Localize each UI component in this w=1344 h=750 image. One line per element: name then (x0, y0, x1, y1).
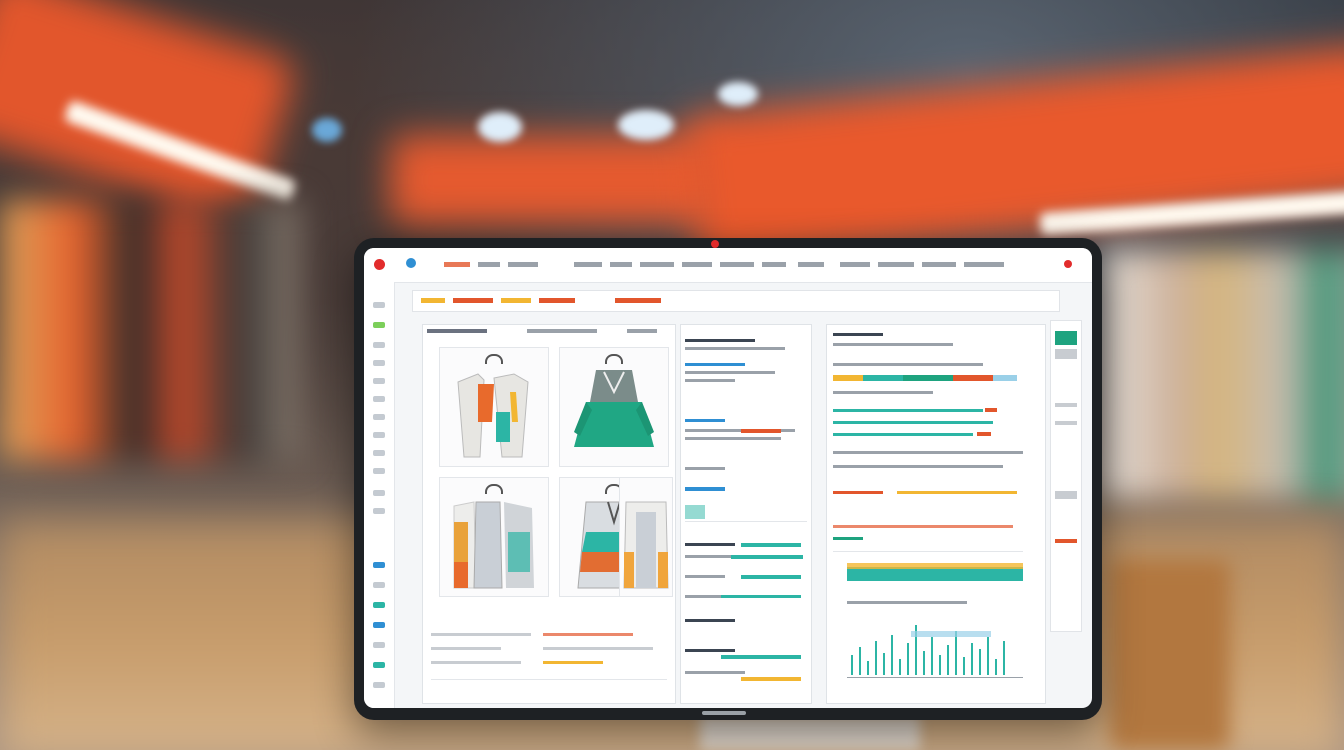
garment-image (623, 501, 669, 589)
ceiling-light (312, 118, 342, 142)
tool-icon[interactable] (373, 682, 385, 688)
product-data-panel (680, 324, 812, 704)
tool-icon[interactable] (373, 562, 385, 568)
tablet-screen (364, 248, 1092, 708)
analytics-panel (826, 324, 1046, 704)
app-logo-icon[interactable] (374, 259, 385, 270)
tool-icon[interactable] (373, 508, 385, 514)
globe-icon (406, 258, 416, 268)
tool-icon[interactable] (373, 302, 385, 308)
panel-header-placeholder (427, 329, 657, 333)
tablet-stand (700, 715, 920, 750)
tablet-device (354, 238, 1102, 720)
clothing-rack-left (0, 200, 300, 460)
garment-card[interactable] (619, 477, 673, 597)
close-icon[interactable] (1064, 260, 1072, 268)
breadcrumb-toolbar (412, 290, 1060, 312)
home-indicator[interactable] (702, 711, 746, 715)
right-rail (1050, 320, 1082, 632)
tool-icon[interactable] (373, 414, 385, 420)
tool-icon[interactable] (373, 432, 385, 438)
store-banner-middle (390, 135, 720, 225)
ceiling-light (478, 112, 522, 142)
tool-icon[interactable] (373, 490, 385, 496)
tool-icon[interactable] (373, 378, 385, 384)
left-tool-sidebar (364, 282, 395, 708)
product-data-list (685, 339, 807, 681)
garment-card[interactable] (439, 347, 549, 467)
tool-icon[interactable] (373, 582, 385, 588)
camera-icon (711, 240, 719, 248)
tool-icon[interactable] (373, 642, 385, 648)
garment-image (457, 373, 529, 458)
garment-card[interactable] (559, 347, 669, 467)
ceiling-light (718, 82, 758, 106)
wooden-chair (1110, 560, 1230, 750)
tool-icon[interactable] (373, 602, 385, 608)
tool-icon[interactable] (373, 322, 385, 328)
clothing-rack-right (1100, 250, 1344, 500)
tool-icon[interactable] (373, 360, 385, 366)
nav-text-placeholder (444, 262, 1004, 267)
garment-gallery-panel (422, 324, 676, 704)
garment-card[interactable] (439, 477, 549, 597)
breadcrumb-placeholder (421, 298, 661, 303)
garment-image (453, 501, 534, 589)
ceiling-light (618, 110, 674, 140)
garment-image (574, 370, 654, 447)
tool-icon[interactable] (373, 468, 385, 474)
right-rail-widgets (1055, 331, 1077, 543)
app-top-bar (364, 248, 1092, 283)
tool-icon[interactable] (373, 342, 385, 348)
analytics-chart (833, 333, 1023, 678)
tool-icon[interactable] (373, 662, 385, 668)
tool-icon[interactable] (373, 622, 385, 628)
app-brand (402, 258, 422, 269)
tool-icon[interactable] (373, 450, 385, 456)
tool-icon[interactable] (373, 396, 385, 402)
gallery-caption-placeholder (431, 633, 667, 680)
